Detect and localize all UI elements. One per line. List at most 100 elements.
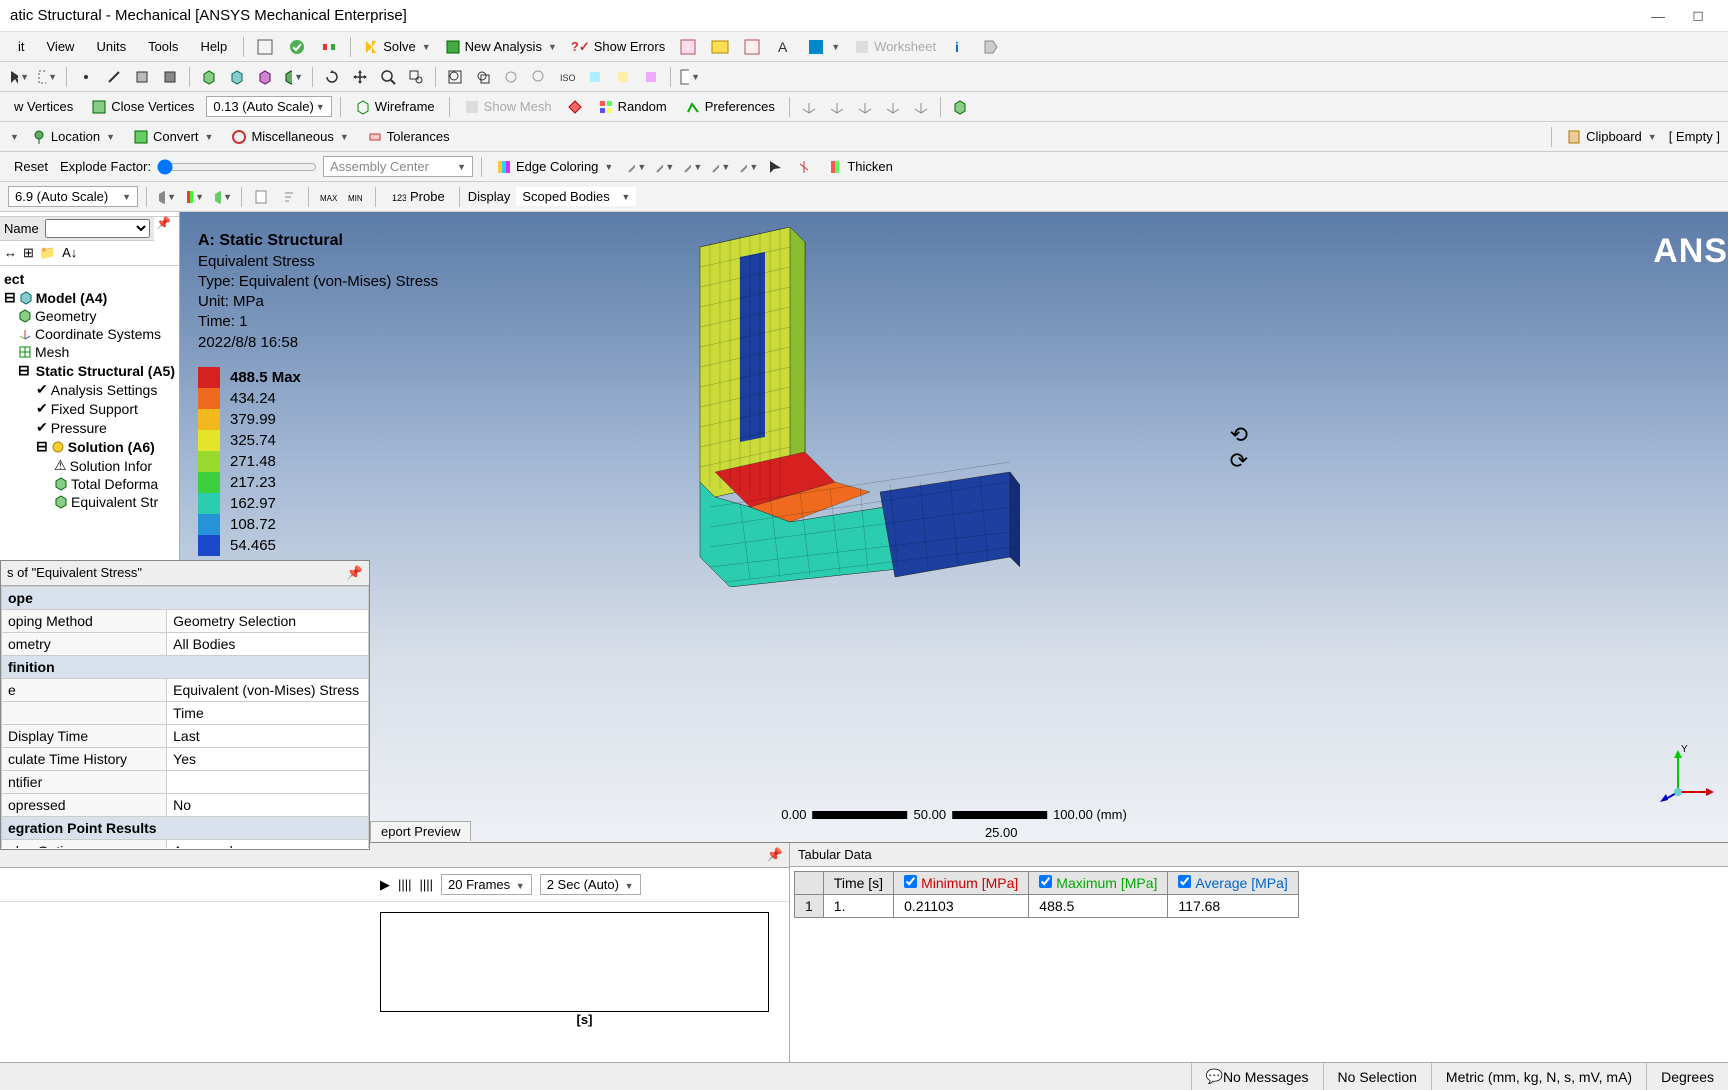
max-icon[interactable]: MAX [317, 186, 339, 208]
view2-icon[interactable] [612, 66, 634, 88]
anim-bars2-icon[interactable]: |||| [420, 877, 434, 892]
box3-icon[interactable] [254, 66, 276, 88]
contour1-icon[interactable]: ▼ [155, 186, 177, 208]
explode-slider[interactable] [157, 159, 317, 175]
tree-analysis-settings[interactable]: ✔ Analysis Settings [0, 380, 179, 399]
table-row[interactable]: 1 1. 0.21103 488.5 117.68 [795, 895, 1299, 918]
tree-solution-info[interactable]: ⚠ Solution Infor [0, 456, 179, 475]
folder-icon[interactable]: 📁 [40, 245, 56, 261]
edge-icon[interactable] [103, 66, 125, 88]
misc-button[interactable]: Miscellaneous▼ [225, 127, 354, 147]
anim-bars-icon[interactable]: |||| [398, 877, 412, 892]
tree-mesh[interactable]: Mesh [0, 343, 179, 361]
location-button[interactable]: Location▼ [25, 127, 121, 147]
viewport-layout-icon[interactable]: ▼ [679, 66, 701, 88]
new-analysis-button[interactable]: New Analysis▼ [439, 36, 563, 58]
frames-combo[interactable]: 20 Frames ▼ [441, 874, 532, 895]
orientation-triad[interactable]: Y [1658, 742, 1718, 802]
zoom-box-icon[interactable] [405, 66, 427, 88]
color-icon[interactable]: ▼ [801, 35, 846, 59]
pen1-icon[interactable]: ▼ [625, 156, 647, 178]
min-icon[interactable]: MIN [345, 186, 367, 208]
tree-total-deformation[interactable]: Total Deforma [0, 475, 179, 493]
cursor2-icon[interactable] [765, 156, 787, 178]
scale-combo[interactable]: 0.13 (Auto Scale)▼ [206, 96, 331, 117]
identifier-value[interactable] [167, 771, 369, 794]
toolbar-icon[interactable] [250, 35, 280, 59]
cs5-icon[interactable] [910, 96, 932, 118]
page-icon[interactable] [250, 186, 272, 208]
worksheet-button[interactable]: Worksheet [848, 36, 942, 58]
view1-icon[interactable] [584, 66, 606, 88]
filter-combo[interactable] [45, 219, 150, 238]
sec-combo[interactable]: 2 Sec (Auto) ▼ [540, 874, 641, 895]
graphics-viewport[interactable]: A: Static Structural Equivalent Stress T… [180, 212, 1728, 842]
zoom-prev-icon[interactable] [500, 66, 522, 88]
cs1-icon[interactable] [798, 96, 820, 118]
edge-coloring-button[interactable]: Edge Coloring▼ [490, 157, 619, 177]
convert-button[interactable]: Convert▼ [127, 127, 219, 147]
wireframe-button[interactable]: Wireframe [349, 97, 441, 117]
thicken-button[interactable]: Thicken [821, 157, 899, 177]
avg-checkbox[interactable] [1178, 875, 1191, 888]
apply-icon[interactable] [282, 35, 312, 59]
show-errors-button[interactable]: ?✓Show Errors [565, 36, 671, 58]
tree-static-structural[interactable]: ⊟ Static Structural (A5) [0, 361, 179, 380]
tree-fixed-support[interactable]: ✔ Fixed Support [0, 399, 179, 418]
suppressed-value[interactable]: No [167, 794, 369, 817]
graph-plot-area[interactable] [380, 912, 769, 1012]
chart-icon[interactable] [737, 35, 767, 59]
cursor-icon[interactable]: ▼ [8, 66, 30, 88]
report-preview-tab[interactable]: eport Preview [370, 821, 471, 841]
pen3-icon[interactable]: ▼ [681, 156, 703, 178]
calc-history-value[interactable]: Yes [167, 748, 369, 771]
pan-icon[interactable] [349, 66, 371, 88]
face-icon[interactable] [131, 66, 153, 88]
minimize-button[interactable]: — [1638, 8, 1678, 24]
info-icon[interactable]: i [944, 35, 974, 59]
cube-icon[interactable] [949, 96, 971, 118]
vertices-button[interactable]: w Vertices [8, 97, 79, 116]
cs3-icon[interactable] [854, 96, 876, 118]
tolerances-button[interactable]: Tolerances [361, 127, 456, 147]
tree-project[interactable]: ect [0, 270, 179, 288]
display-option-value[interactable]: Averaged [167, 840, 369, 849]
cs4-icon[interactable] [882, 96, 904, 118]
reset-button[interactable]: Reset [8, 157, 54, 176]
pin-icon[interactable]: 📌 [154, 214, 173, 232]
abc-icon[interactable] [705, 35, 735, 59]
menu-units[interactable]: Units [86, 35, 136, 58]
contour3-icon[interactable]: ▼ [211, 186, 233, 208]
scoped-bodies-combo[interactable]: Scoped Bodies▼ [516, 187, 636, 206]
maximize-button[interactable]: ◻ [1678, 7, 1718, 24]
box4-icon[interactable]: ▼ [282, 66, 304, 88]
pen2-icon[interactable]: ▼ [653, 156, 675, 178]
deform-scale-combo[interactable]: 6.9 (Auto Scale)▼ [8, 186, 138, 207]
zoom-sel-icon[interactable] [472, 66, 494, 88]
tree-equivalent-stress[interactable]: Equivalent Str [0, 493, 179, 511]
display-time-value[interactable]: Last [167, 725, 369, 748]
tree-geometry[interactable]: Geometry [0, 307, 179, 325]
tree-coord-systems[interactable]: Coordinate Systems [0, 325, 179, 343]
type-value[interactable]: Equivalent (von-Mises) Stress [167, 679, 369, 702]
sort-az-icon[interactable]: A↓ [62, 245, 77, 261]
expand-icon[interactable]: ⊞ [23, 245, 34, 261]
tree-nav-icon[interactable]: ↔ [4, 245, 17, 261]
tree-pressure[interactable]: ✔ Pressure [0, 418, 179, 437]
assembly-combo[interactable]: Assembly Center▼ [323, 156, 473, 177]
col-min[interactable]: Minimum [MPa] [894, 872, 1029, 895]
col-max[interactable]: Maximum [MPa] [1029, 872, 1168, 895]
iso-icon[interactable]: ISO [556, 66, 578, 88]
show-mesh-button[interactable]: Show Mesh [458, 97, 558, 117]
tree-solution[interactable]: ⊟ Solution (A6) [0, 437, 179, 456]
menu-view[interactable]: View [37, 35, 85, 58]
menu-edit[interactable]: it [8, 35, 35, 58]
status-angle[interactable]: Degrees [1646, 1063, 1728, 1090]
rotate-icon[interactable] [321, 66, 343, 88]
details-pin-icon[interactable]: 📌 [347, 565, 363, 581]
by-value[interactable]: Time [167, 702, 369, 725]
probe-button[interactable]: 123Probe [384, 187, 451, 207]
body-icon[interactable] [159, 66, 181, 88]
menu-tools[interactable]: Tools [138, 35, 188, 58]
clipboard-button[interactable]: Clipboard▼ [1560, 127, 1663, 147]
